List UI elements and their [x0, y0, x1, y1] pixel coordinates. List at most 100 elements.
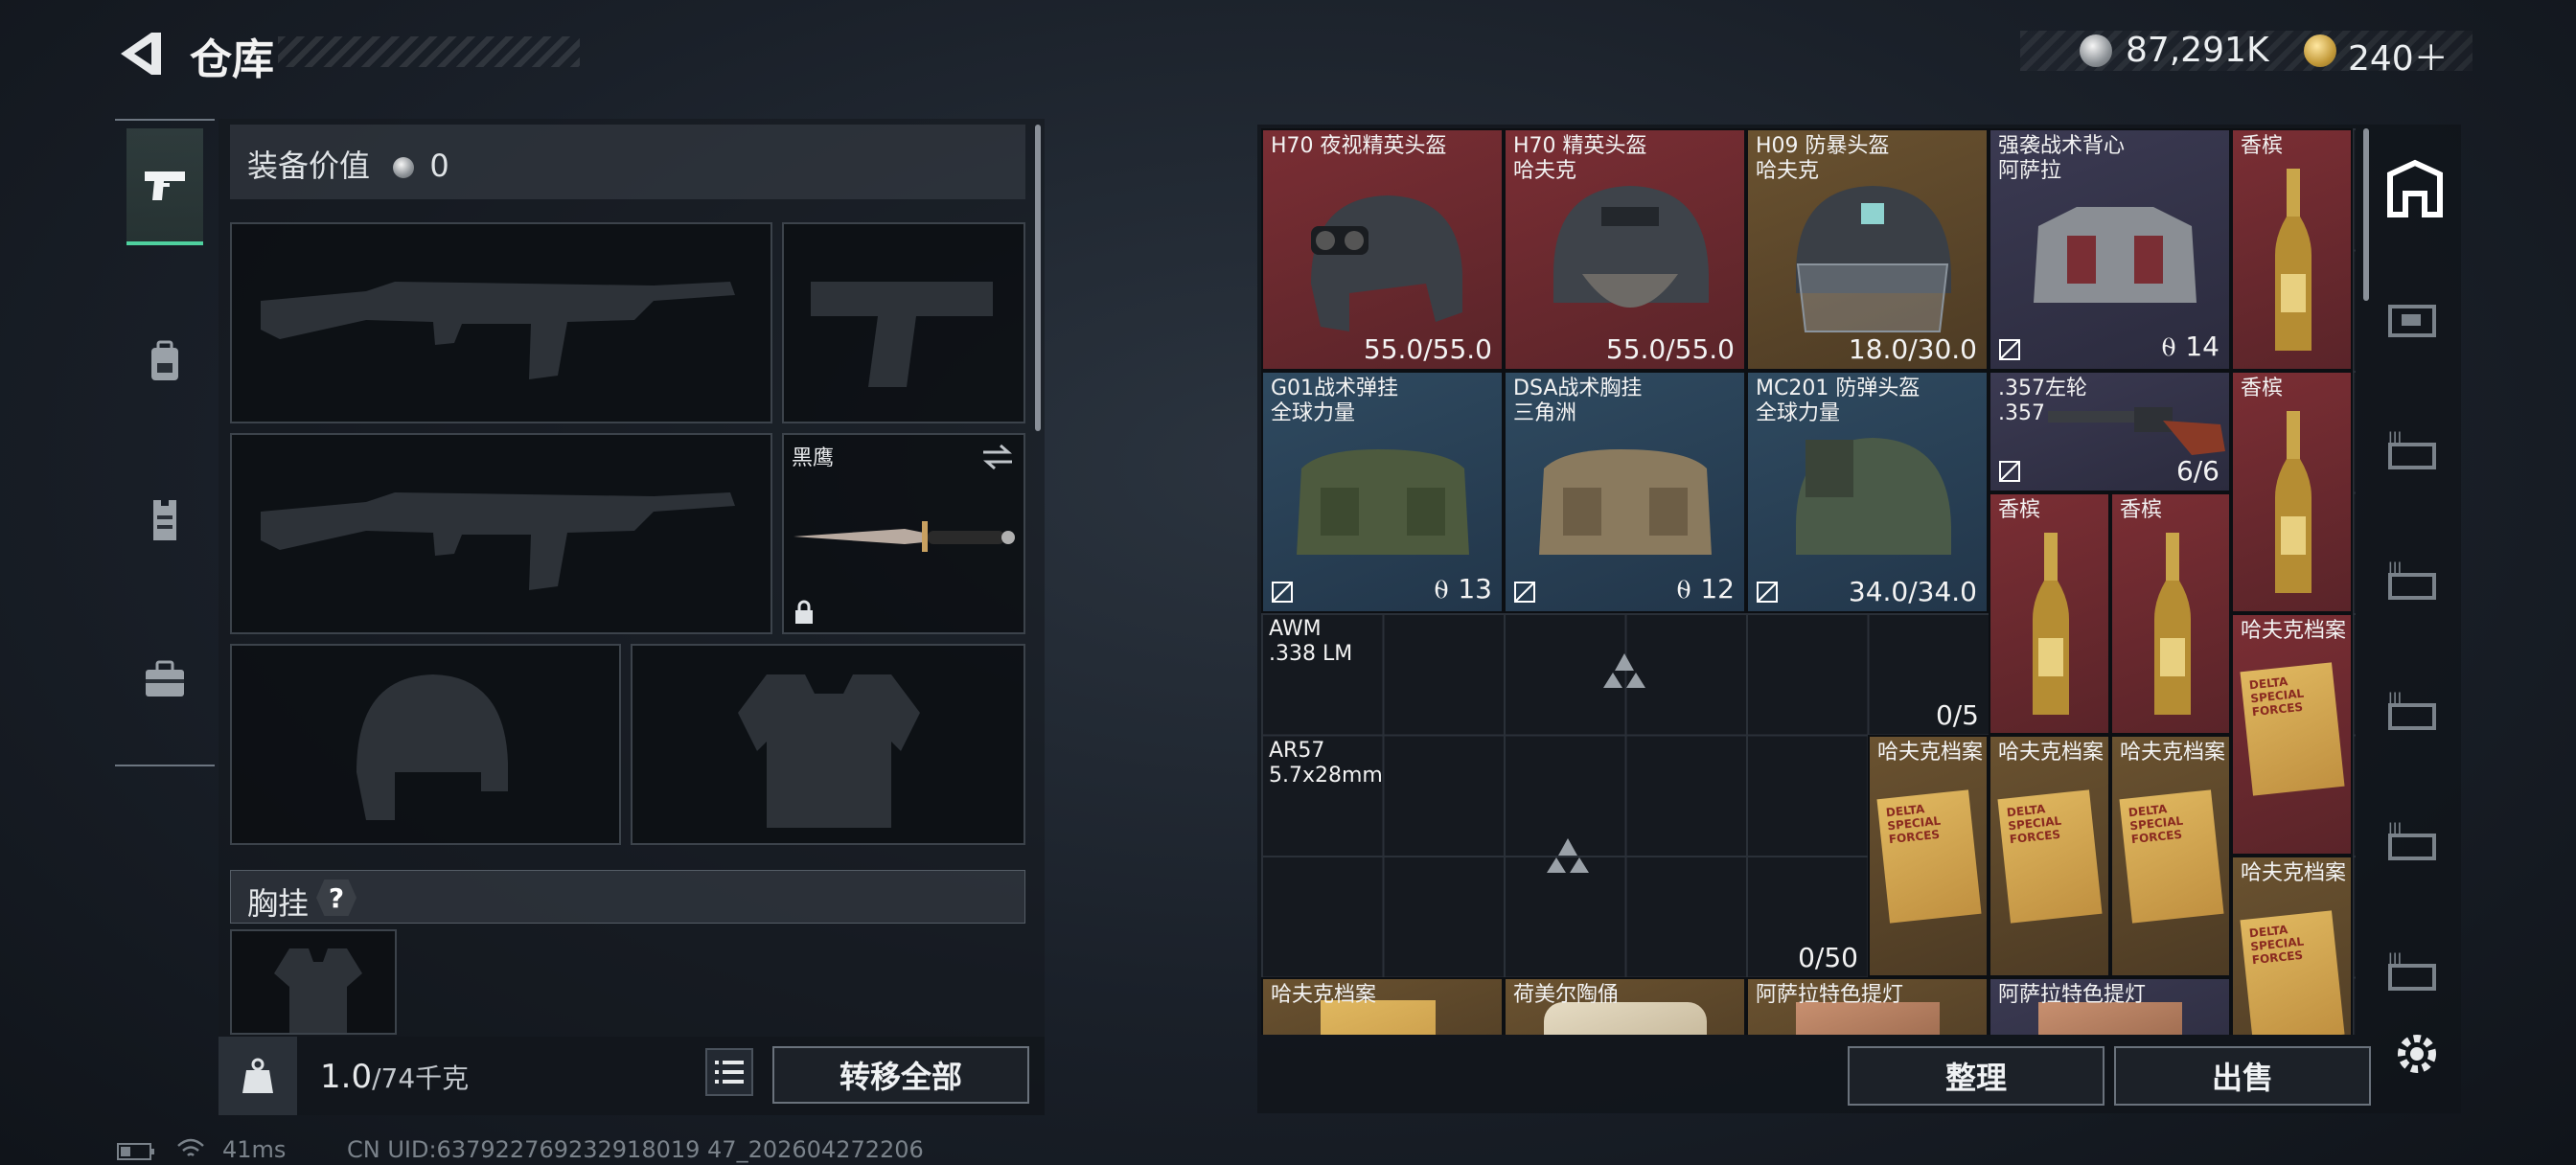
nav-tab-toolbox[interactable]: [126, 623, 203, 736]
stack-icon: ⍬: [2160, 331, 2186, 362]
inventory-item[interactable]: .357左轮 .357 6/6: [1989, 371, 2231, 492]
secondary-pistol-slot[interactable]: [782, 222, 1025, 423]
inventory-item[interactable]: 荷美尔陶俑: [1504, 977, 1746, 1035]
helmet-slot[interactable]: [230, 644, 621, 845]
inventory-item[interactable]: 哈夫克档案: [1261, 977, 1504, 1035]
inventory-item[interactable]: DSA战术胸挂 三角洲 ⍬ 12: [1504, 371, 1746, 613]
item-name: G01战术弹挂 全球力量: [1271, 377, 1399, 425]
item-name: 哈夫克档案: [2241, 861, 2347, 885]
weapon-case-icon[interactable]: [2380, 286, 2450, 354]
inventory-item[interactable]: 哈夫克档案 DELTA SPECIAL FORCES: [2110, 735, 2231, 977]
item-durability: 18.0/30.0: [1848, 333, 1977, 365]
no-insure-icon: [1272, 582, 1293, 603]
item-name: 阿萨拉特色提灯: [1998, 983, 2147, 1007]
equipment-value: 0: [429, 148, 449, 184]
weapon-placeholder-ar57[interactable]: AR57 5.7x28mm 0/50: [1261, 735, 1868, 977]
tactical-vest-icon: [2034, 207, 2196, 303]
equipment-scrollbar[interactable]: [1035, 125, 1041, 431]
nav-tab-vest[interactable]: [126, 464, 203, 577]
inventory-item[interactable]: H09 防暴头盔 哈夫克 18.0/30.0: [1746, 128, 1989, 371]
body-armor-silhouette-icon: [738, 674, 920, 828]
item-count: ⍬ 14: [2160, 331, 2220, 362]
inventory-item[interactable]: H70 精英头盔 哈夫克 55.0/55.0: [1504, 128, 1746, 371]
item-ammo: 0/50: [1798, 942, 1858, 973]
help-icon[interactable]: ?: [316, 879, 356, 916]
silver-coin-icon: [2080, 34, 2112, 67]
knife-icon: [794, 521, 1015, 552]
sell-button[interactable]: 出售: [2114, 1046, 2371, 1106]
armor-slot[interactable]: [631, 644, 1025, 845]
folder-cover-text: DELTA SPECIAL FORCES: [2248, 674, 2305, 720]
toolbox-icon: [146, 660, 184, 697]
storage-tab-icon[interactable]: III: [2380, 546, 2450, 615]
inventory-item[interactable]: 香槟: [1989, 492, 2110, 735]
battery-icon: [117, 1143, 154, 1160]
inventory-item[interactable]: H70 夜视精英头盔 55.0/55.0: [1261, 128, 1504, 371]
warehouse-grid[interactable]: H70 夜视精英头盔 55.0/55.0 H70 精英头盔 哈夫克 55.0/55…: [1261, 128, 2356, 1035]
pistol-icon: [145, 171, 185, 200]
melee-name: 黑鹰: [792, 446, 835, 470]
primary-weapon-slot[interactable]: [230, 222, 772, 423]
champagne-bottle-icon: [2033, 533, 2069, 715]
folder-cover-text: DELTA SPECIAL FORCES: [1885, 802, 1942, 847]
inventory-item[interactable]: 阿萨拉特色提灯: [1746, 977, 1989, 1035]
list-view-button[interactable]: [705, 1048, 753, 1096]
delta-logo-icon: [1547, 838, 1589, 873]
item-name: 阿萨拉特色提灯: [1756, 983, 1904, 1007]
inventory-item[interactable]: 香槟: [2231, 128, 2353, 371]
carry-weight-text: 1.0/74千克: [320, 1058, 469, 1096]
item-name: AR57 5.7x28mm: [1269, 739, 1383, 788]
storage-tab-icon[interactable]: III: [2380, 676, 2450, 745]
gear-icon[interactable]: [2390, 1027, 2444, 1081]
title-stripe-decoration: [278, 36, 580, 67]
item-name: MC201 防弹头盔 全球力量: [1756, 377, 1920, 425]
inventory-item[interactable]: 哈夫克档案 DELTA SPECIAL FORCES: [1868, 735, 1989, 977]
ballistic-helmet-icon: [1796, 438, 1951, 555]
lock-icon: [795, 600, 813, 624]
inventory-item[interactable]: 阿萨拉特色提灯: [1989, 977, 2231, 1035]
sort-button[interactable]: 整理: [1848, 1046, 2104, 1106]
melee-slot[interactable]: 黑鹰: [782, 433, 1025, 634]
gold-currency-amount[interactable]: 240＋: [2348, 31, 2449, 80]
item-durability: 34.0/34.0: [1848, 576, 1977, 607]
storage-tab-icon[interactable]: III: [2380, 807, 2450, 876]
inventory-item[interactable]: 香槟: [2231, 371, 2353, 613]
warehouse-home-icon[interactable]: [2380, 155, 2450, 224]
back-arrow-icon[interactable]: [113, 27, 167, 80]
elite-helmet-icon: [1553, 186, 1709, 308]
nav-divider-bottom: [115, 765, 215, 766]
carry-weight-max: /74千克: [372, 1062, 470, 1094]
page-title: 仓库: [190, 35, 274, 84]
storage-tab-icon[interactable]: III: [2380, 416, 2450, 485]
swap-icon[interactable]: [981, 443, 1014, 471]
inventory-item[interactable]: G01战术弹挂 全球力量 ⍬ 13: [1261, 371, 1504, 613]
pistol-silhouette-icon: [811, 282, 993, 387]
inventory-item[interactable]: 香槟: [2110, 492, 2231, 735]
carry-weight-value: 1.0: [320, 1058, 373, 1096]
document-folder-icon: DELTA SPECIAL FORCES: [1876, 789, 1982, 924]
secondary-weapon-slot[interactable]: [230, 433, 772, 634]
vest-silhouette-icon: [274, 948, 362, 1033]
no-insure-icon: [1514, 582, 1535, 603]
nav-tab-weapons[interactable]: [126, 128, 203, 245]
warehouse-scrollbar[interactable]: [2363, 128, 2369, 301]
inventory-item[interactable]: 哈夫克档案 DELTA SPECIAL FORCES: [1989, 735, 2110, 977]
item-count: ⍬ 12: [1675, 573, 1735, 605]
helmet-silhouette-icon: [356, 674, 508, 820]
inventory-item[interactable]: MC201 防弹头盔 全球力量 34.0/34.0: [1746, 371, 1989, 613]
inventory-item[interactable]: 哈夫克档案 DELTA SPECIAL FORCES: [2231, 613, 2353, 856]
chest-rig-slot[interactable]: [230, 929, 397, 1035]
ping-text: 41ms: [222, 1136, 287, 1163]
item-name: AWM .338 LM: [1269, 617, 1353, 666]
item-durability: 55.0/55.0: [1605, 333, 1735, 365]
transfer-all-button[interactable]: 转移全部: [772, 1046, 1029, 1104]
inventory-item[interactable]: 强袭战术背心 阿萨拉 ⍬ 14: [1989, 128, 2231, 371]
inventory-item[interactable]: 哈夫克档案 DELTA SPECIAL FORCES: [2231, 856, 2353, 1035]
weapon-placeholder-awm[interactable]: AWM .338 LM 0/5: [1261, 613, 1989, 735]
item-ammo: 6/6: [2175, 455, 2220, 487]
nav-divider-top: [115, 119, 215, 121]
nav-tab-backpack[interactable]: [126, 305, 203, 418]
rifle-silhouette-icon: [261, 492, 735, 590]
champagne-bottle-icon: [2275, 169, 2312, 351]
storage-tab-icon[interactable]: III: [2380, 937, 2450, 1006]
